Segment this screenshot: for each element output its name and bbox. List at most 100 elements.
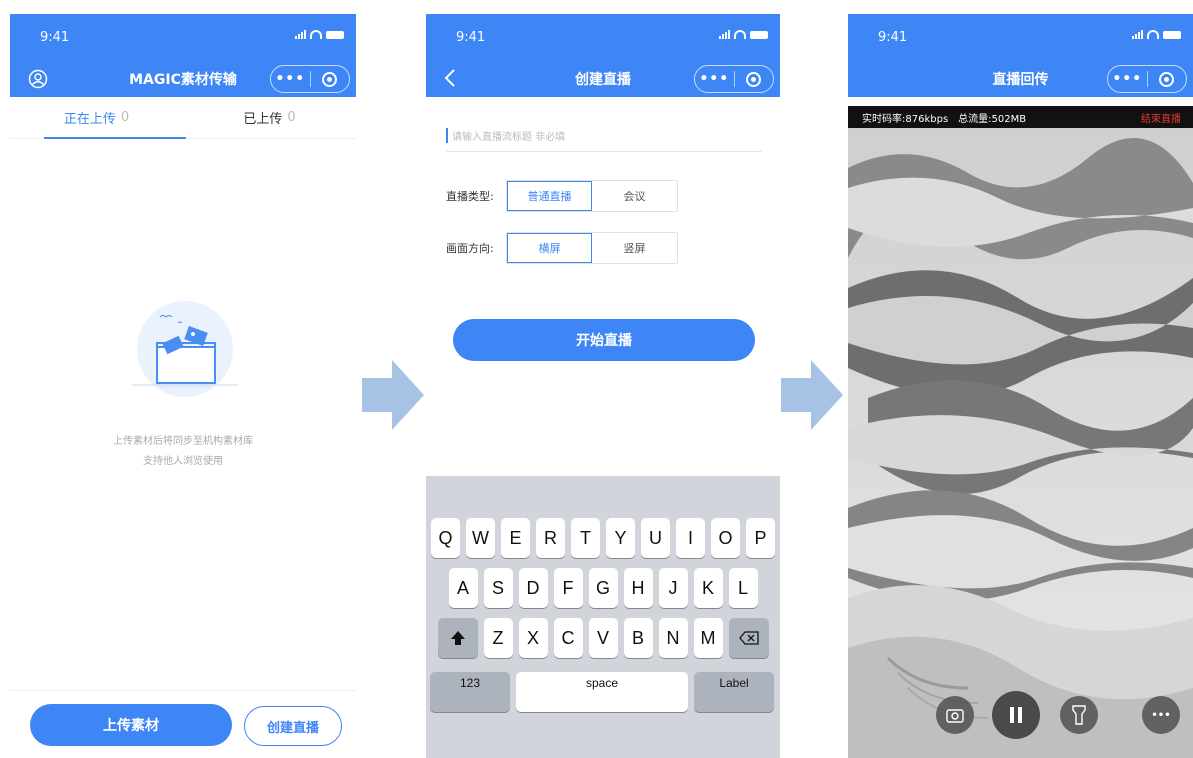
text-caret [446,128,448,143]
key-r[interactable]: R [536,518,565,558]
keyboard-row-4: 123 space Label [430,672,774,712]
flashlight-icon[interactable] [1060,696,1098,734]
sand-dune-video-frame [848,128,1193,758]
key-v[interactable]: V [588,618,618,658]
live-video [848,128,1193,758]
orientation-segment: 横屏 竖屏 [506,232,678,264]
traffic-text: 总流量:502MB [958,113,1027,125]
key-s[interactable]: S [483,568,513,608]
status-time: 9:41 [878,30,908,45]
mini-program-capsule: ••• [270,65,350,93]
wifi-icon [310,30,322,39]
key-q[interactable]: Q [431,518,460,558]
create-live-screen: 9:41 创建直播 ••• 请输入直播流标题 非必填 直播类型: 普通直播 会议… [426,14,780,758]
key-u[interactable]: U [641,518,670,558]
shift-icon[interactable] [437,618,478,658]
key-e[interactable]: E [501,518,530,558]
status-bar: 9:41 [10,14,356,60]
key-l[interactable]: L [728,568,758,608]
page-title: MAGIC素材传输 [129,71,237,88]
more-icon[interactable]: ••• [271,71,310,87]
mini-program-capsule: ••• [1107,65,1187,93]
status-bar: 9:41 [848,14,1193,60]
battery-icon [1163,31,1181,39]
option-meeting[interactable]: 会议 [592,181,677,211]
nav-bar: 创建直播 ••• [426,60,780,97]
signal-icon [295,29,306,39]
switch-camera-icon[interactable] [936,696,974,734]
key-t[interactable]: T [571,518,600,558]
key-w[interactable]: W [466,518,495,558]
key-d[interactable]: D [518,568,548,608]
more-icon[interactable]: ••• [1108,71,1147,87]
option-normal-live[interactable]: 普通直播 [507,181,592,211]
more-options-icon[interactable]: ••• [1142,696,1180,734]
user-icon[interactable] [28,69,48,93]
status-bar: 9:41 [426,14,780,60]
live-type-label: 直播类型: [446,190,494,203]
bitrate-text: 实时码率:876kbps [862,113,949,125]
mini-program-capsule: ••• [694,65,774,93]
empty-box-illustration [130,299,240,399]
key-f[interactable]: F [553,568,583,608]
live-type-segment: 普通直播 会议 [506,180,678,212]
target-icon[interactable] [1148,71,1187,87]
flow-arrow-icon [362,360,424,430]
backspace-icon[interactable] [728,618,769,658]
tab-uploading[interactable]: 正在上传 0 [10,97,183,138]
pause-icon[interactable] [992,691,1040,739]
key-c[interactable]: C [553,618,583,658]
nav-bar: MAGIC素材传输 ••• [10,60,356,97]
flow-arrow-icon [781,360,843,430]
option-landscape[interactable]: 横屏 [507,233,592,263]
key-g[interactable]: G [588,568,618,608]
status-icons [1132,29,1181,39]
empty-state-text: 上传素材后将同步至机构素材库 支持他人浏览使用 [113,436,253,467]
tab-uploaded[interactable]: 已上传 0 [183,97,356,138]
target-icon[interactable] [311,71,350,87]
key-h[interactable]: H [623,568,653,608]
end-live-button[interactable]: 结束直播 [1141,110,1181,125]
signal-icon [719,29,730,39]
key-label[interactable]: Label [694,672,774,712]
keyboard: Q W E R T Y U I O P A S D F G H J K L Z [426,476,780,758]
nav-bar: 直播回传 ••• [848,60,1193,97]
key-k[interactable]: K [693,568,723,608]
back-icon[interactable] [444,68,456,92]
key-m[interactable]: M [693,618,723,658]
key-a[interactable]: A [448,568,478,608]
key-b[interactable]: B [623,618,653,658]
more-icon[interactable]: ••• [695,71,734,87]
stream-title-input[interactable]: 请输入直播流标题 非必填 [446,120,762,152]
key-123[interactable]: 123 [430,672,510,712]
page-title: 直播回传 [992,71,1049,88]
key-x[interactable]: X [518,618,548,658]
keyboard-row-1: Q W E R T Y U I O P [426,518,780,558]
status-time: 9:41 [40,30,70,45]
start-live-button[interactable]: 开始直播 [453,319,755,361]
key-o[interactable]: O [711,518,740,558]
key-p[interactable]: P [746,518,775,558]
upload-screen: 9:41 MAGIC素材传输 ••• 正在上传 0 已上传 0 上传素材后将同步… [10,14,356,758]
key-n[interactable]: N [658,618,688,658]
upload-material-button[interactable]: 上传素材 [30,704,232,746]
create-live-button[interactable]: 创建直播 [244,706,342,746]
target-icon[interactable] [735,71,774,87]
wifi-icon [734,30,746,39]
keyboard-row-3: Z X C V B N M [426,618,780,658]
battery-icon [326,31,344,39]
key-i[interactable]: I [676,518,705,558]
option-portrait[interactable]: 竖屏 [592,233,677,263]
page-title: 创建直播 [575,71,631,88]
status-icons [719,29,768,39]
upload-tabs: 正在上传 0 已上传 0 [10,97,356,139]
key-y[interactable]: Y [606,518,635,558]
battery-icon [750,31,768,39]
key-z[interactable]: Z [483,618,513,658]
orientation-row: 画面方向: 横屏 竖屏 [446,232,678,264]
live-playback-screen: 9:41 直播回传 ••• 实时码率:876kbps 总流量:502MB 结束直… [848,14,1193,758]
status-icons [295,29,344,39]
key-space[interactable]: space [516,672,688,712]
key-j[interactable]: J [658,568,688,608]
orientation-label: 画面方向: [446,242,494,255]
